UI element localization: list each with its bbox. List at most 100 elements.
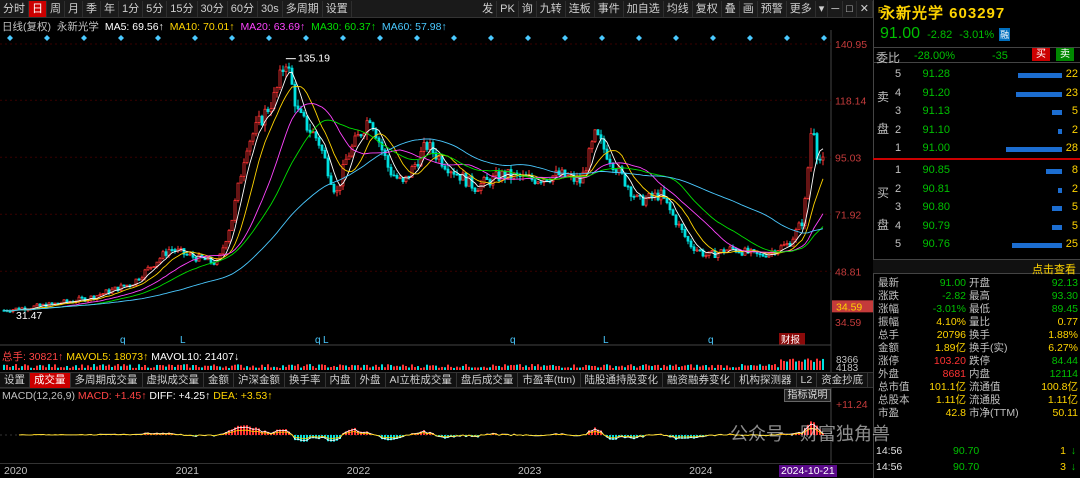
volume-total: 总手: 30821↑	[2, 351, 64, 363]
bids-row[interactable]: 3 90.80 5	[873, 201, 1080, 216]
dropdown-icon[interactable]: ▾	[816, 0, 829, 17]
indicator-tab[interactable]: 虚拟成交量	[143, 372, 204, 388]
volume-bar	[810, 360, 812, 370]
asks-row[interactable]: 4 91.20 23	[873, 87, 1080, 102]
tool-button[interactable]: 预警	[758, 0, 787, 17]
bids-row[interactable]: 1 90.85 8	[873, 164, 1080, 179]
candle-body	[449, 171, 453, 174]
period-button[interactable]: 15分	[167, 0, 198, 17]
candle-body	[260, 115, 264, 126]
level-price: 91.00	[922, 142, 950, 154]
candle-body	[236, 182, 240, 201]
indicator-tab[interactable]: 多周期成交量	[71, 372, 143, 388]
bid-side-label-2: 盘	[877, 218, 890, 232]
indicator-tab[interactable]: 外盘	[356, 372, 386, 388]
candle-body	[290, 67, 294, 85]
indicator-tab[interactable]: L2	[797, 372, 818, 388]
candle-body	[602, 138, 606, 150]
candle-body	[818, 158, 822, 161]
volume-bar	[552, 364, 554, 370]
indicator-tab[interactable]: 机构探测器	[735, 372, 797, 388]
tool-button[interactable]: 均线	[664, 0, 693, 17]
maximize-icon[interactable]: □	[843, 0, 857, 17]
minimize-icon[interactable]: ─	[828, 0, 844, 17]
period-button[interactable]: 月	[65, 0, 83, 17]
candle-body	[305, 115, 309, 131]
period-button[interactable]: 30s	[258, 0, 283, 17]
tool-button[interactable]: 询	[519, 0, 537, 17]
period-button[interactable]: 分时	[0, 0, 29, 17]
indicator-tab[interactable]: 沪深金额	[234, 372, 285, 388]
y-tick-label: 34.59	[835, 317, 861, 329]
tool-button[interactable]: 加自选	[624, 0, 664, 17]
asks-row[interactable]: 3 91.13 5	[873, 105, 1080, 120]
stat-value: 4.10%	[936, 316, 966, 328]
tool-button[interactable]: 更多	[787, 0, 816, 17]
indicator-tab[interactable]: 换手率	[285, 372, 326, 388]
sell-button[interactable]: 卖	[1056, 48, 1074, 61]
candle-body	[413, 164, 417, 167]
indicator-tab[interactable]: 市盈率(ttm)	[518, 372, 581, 388]
candle-body	[395, 175, 399, 179]
candle-body	[221, 247, 225, 255]
bids-row[interactable]: 2 90.81 2	[873, 183, 1080, 198]
click-view-link[interactable]: 点击查看	[1032, 261, 1076, 277]
period-button[interactable]: 季	[83, 0, 101, 17]
click-view-row[interactable]: 点击查看	[873, 259, 1080, 277]
asks-row[interactable]: 2 91.10 2	[873, 124, 1080, 139]
tool-button[interactable]: 复权	[693, 0, 722, 17]
period-button[interactable]: 年	[101, 0, 119, 17]
stat-key: 换手	[969, 329, 990, 341]
tool-buttons: 发 PK 询九转 连板 事件 加自选 均线 复权叠画预警 更多 ▾ ─ □ ✕	[479, 0, 873, 17]
indicator-tab[interactable]: 内盘	[326, 372, 356, 388]
period-button[interactable]: 多周期	[283, 0, 323, 17]
volume-bar	[246, 366, 248, 370]
candle-body	[269, 108, 273, 113]
indicator-tab[interactable]: 融资融券变化	[663, 372, 735, 388]
tool-button[interactable]: 画	[740, 0, 758, 17]
period-button[interactable]: 30分	[198, 0, 228, 17]
signal-diamond-icon	[636, 35, 642, 41]
period-button[interactable]: 1分	[119, 0, 144, 17]
tool-button[interactable]: 事件	[595, 0, 624, 17]
volume-bar	[339, 364, 341, 370]
volume-bar	[132, 367, 134, 370]
indicator-tab[interactable]: 资金抄底	[817, 372, 869, 388]
candle-body	[545, 179, 549, 182]
tool-button[interactable]: 连板	[566, 0, 595, 17]
period-button[interactable]: 设置	[323, 0, 352, 17]
indicator-tab[interactable]: AI立桩成交量	[386, 372, 457, 388]
volume-bar	[234, 364, 236, 370]
indicator-tab[interactable]: 盘后成交量	[457, 372, 519, 388]
volume-bar	[732, 367, 734, 370]
indicator-tab[interactable]: 成交量	[30, 372, 71, 388]
tool-button[interactable]: 九转	[537, 0, 566, 17]
tool-button[interactable]: PK	[497, 0, 519, 17]
asks-row[interactable]: 5 91.28 22	[873, 68, 1080, 83]
signal-diamond-icon	[562, 35, 568, 41]
close-icon[interactable]: ✕	[857, 0, 873, 17]
period-button[interactable]: 周	[47, 0, 65, 17]
indicator-tab[interactable]: 陆股通持股变化	[581, 372, 663, 388]
period-button[interactable]: 60分	[228, 0, 258, 17]
buy-button[interactable]: 买	[1032, 48, 1050, 61]
indicator-tab[interactable]: 设置	[0, 372, 30, 388]
volume-bar	[816, 358, 818, 370]
tick-direction-icon: ↓	[1070, 445, 1076, 457]
bids-row[interactable]: 4 90.79 5	[873, 220, 1080, 235]
volume-bar	[681, 366, 683, 370]
volume-bar	[81, 364, 83, 370]
tool-button[interactable]: 叠	[722, 0, 740, 17]
indicator-tab[interactable]: 金额	[204, 372, 234, 388]
volume-bar	[708, 367, 710, 370]
volume-bar	[543, 365, 545, 370]
tool-button[interactable]: 发	[479, 0, 498, 17]
period-button[interactable]: 5分	[143, 0, 168, 17]
period-button[interactable]: 日	[29, 0, 47, 17]
volume-bar	[426, 364, 428, 370]
asks-row[interactable]: 1 91.00 28	[873, 142, 1080, 157]
volume-bar	[444, 367, 446, 370]
bids-row[interactable]: 5 90.76 25	[873, 238, 1080, 253]
indicator-help-button[interactable]: 指标说明	[784, 389, 831, 402]
level-price: 91.28	[922, 68, 950, 80]
